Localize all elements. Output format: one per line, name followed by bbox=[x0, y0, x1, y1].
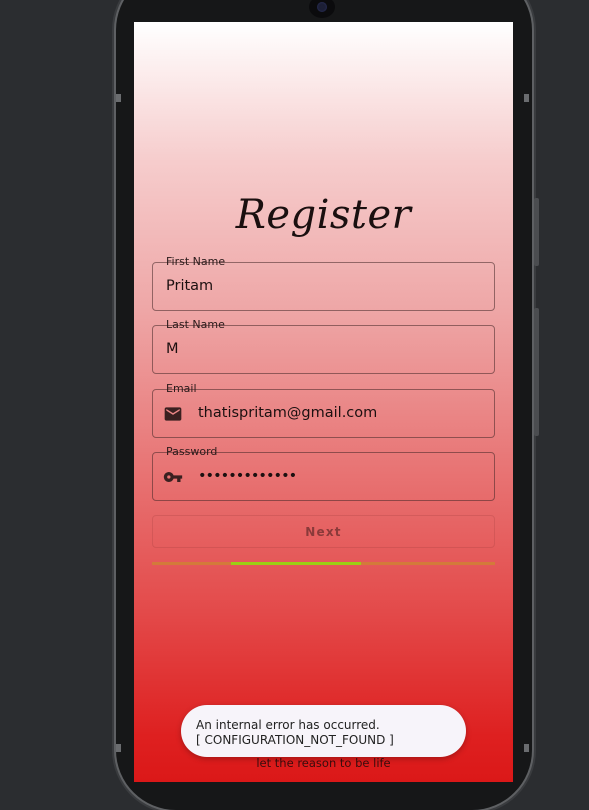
key-icon bbox=[163, 467, 183, 487]
phone-edge-mark bbox=[116, 744, 121, 752]
app-screen: Register First Name Pritam Last Name M E… bbox=[134, 22, 513, 782]
email-label: Email bbox=[166, 382, 197, 395]
first-name-input[interactable]: Pritam bbox=[166, 278, 213, 294]
progress-track bbox=[152, 562, 495, 565]
password-label: Password bbox=[166, 445, 218, 458]
page-title: Register bbox=[235, 192, 412, 238]
last-name-input[interactable]: M bbox=[166, 341, 179, 357]
email-field[interactable]: Email thatispritam@gmail.com bbox=[152, 382, 495, 438]
error-snackbar: An internal error has occurred. [ CONFIG… bbox=[181, 705, 466, 757]
password-field[interactable]: Password ••••••••••••• bbox=[152, 445, 495, 501]
next-button[interactable]: Next bbox=[152, 515, 495, 548]
progress-indicator bbox=[230, 562, 362, 565]
phone-edge-mark bbox=[116, 94, 121, 102]
last-name-field[interactable]: Last Name M bbox=[152, 318, 495, 374]
first-name-field[interactable]: First Name Pritam bbox=[152, 255, 495, 311]
phone-side-button bbox=[534, 308, 539, 436]
footer-tagline: let the reason to be life bbox=[256, 756, 391, 770]
snackbar-message-line1: An internal error has occurred. bbox=[196, 718, 380, 732]
password-input[interactable]: ••••••••••••• bbox=[198, 468, 297, 484]
last-name-label: Last Name bbox=[166, 318, 225, 331]
phone-side-button bbox=[534, 198, 539, 266]
email-input[interactable]: thatispritam@gmail.com bbox=[198, 405, 377, 421]
phone-edge-mark bbox=[524, 94, 529, 102]
mail-icon bbox=[163, 404, 183, 424]
phone-edge-mark bbox=[524, 744, 529, 752]
first-name-label: First Name bbox=[166, 255, 226, 268]
snackbar-message-line2: [ CONFIGURATION_NOT_FOUND ] bbox=[196, 733, 394, 747]
